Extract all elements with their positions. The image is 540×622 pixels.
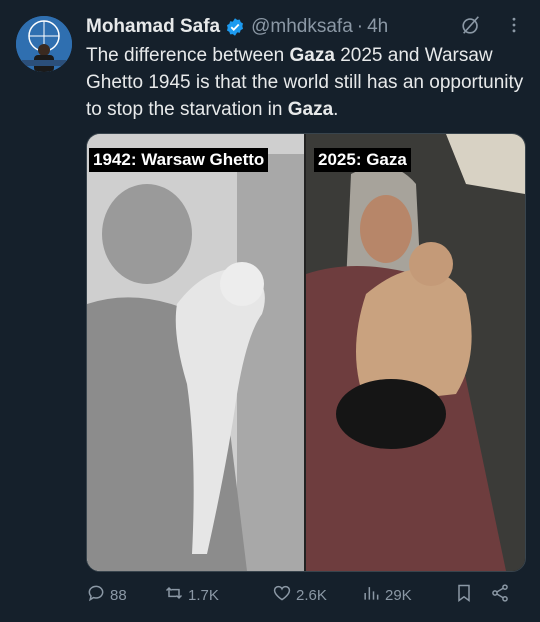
views-count: 29K (385, 586, 412, 604)
verified-badge-icon (225, 17, 245, 37)
more-icon[interactable] (504, 15, 524, 41)
timestamp[interactable]: 4h (367, 16, 388, 38)
views-icon (361, 583, 381, 607)
like-icon (272, 583, 292, 607)
tweet-text-bold: Gaza (289, 45, 335, 66)
action-bar: 88 1.7K 2.6K 29K (86, 582, 524, 608)
tweet-text-bold: Gaza (287, 99, 334, 120)
bookmark-button[interactable] (454, 582, 474, 608)
avatar[interactable] (16, 16, 72, 72)
share-button[interactable] (490, 582, 510, 608)
like-button[interactable]: 2.6K (272, 582, 327, 608)
tweet-text-segment: . (333, 99, 339, 120)
repost-count: 1.7K (188, 586, 219, 604)
reply-icon (86, 583, 106, 607)
tweet-text-segment: The difference between (86, 45, 290, 66)
tweet-text: The difference between Gaza 2025 and War… (86, 42, 526, 123)
tweet-media[interactable]: 1942: Warsaw Ghetto 2025: Gaza (86, 133, 526, 572)
repost-button[interactable]: 1.7K (164, 582, 219, 608)
reply-count: 88 (110, 586, 127, 604)
author-handle[interactable]: @mhdksafa (251, 16, 353, 38)
left-caption: 1942: Warsaw Ghetto (89, 148, 269, 172)
reply-button[interactable]: 88 (86, 582, 127, 608)
warsaw-ghetto-photo: 1942: Warsaw Ghetto (87, 134, 304, 571)
right-caption: 2025: Gaza (314, 148, 411, 172)
share-icon (490, 583, 510, 607)
tweet-header: Mohamad Safa @mhdksafa · 4h (86, 14, 524, 40)
grok-icon[interactable] (460, 14, 482, 42)
views-button[interactable]: 29K (361, 582, 412, 608)
like-count: 2.6K (296, 586, 327, 604)
repost-icon (164, 583, 184, 607)
bookmark-icon (454, 583, 474, 607)
gaza-photo: 2025: Gaza (306, 134, 525, 571)
separator-dot: · (356, 16, 364, 37)
author-name[interactable]: Mohamad Safa (86, 16, 220, 38)
